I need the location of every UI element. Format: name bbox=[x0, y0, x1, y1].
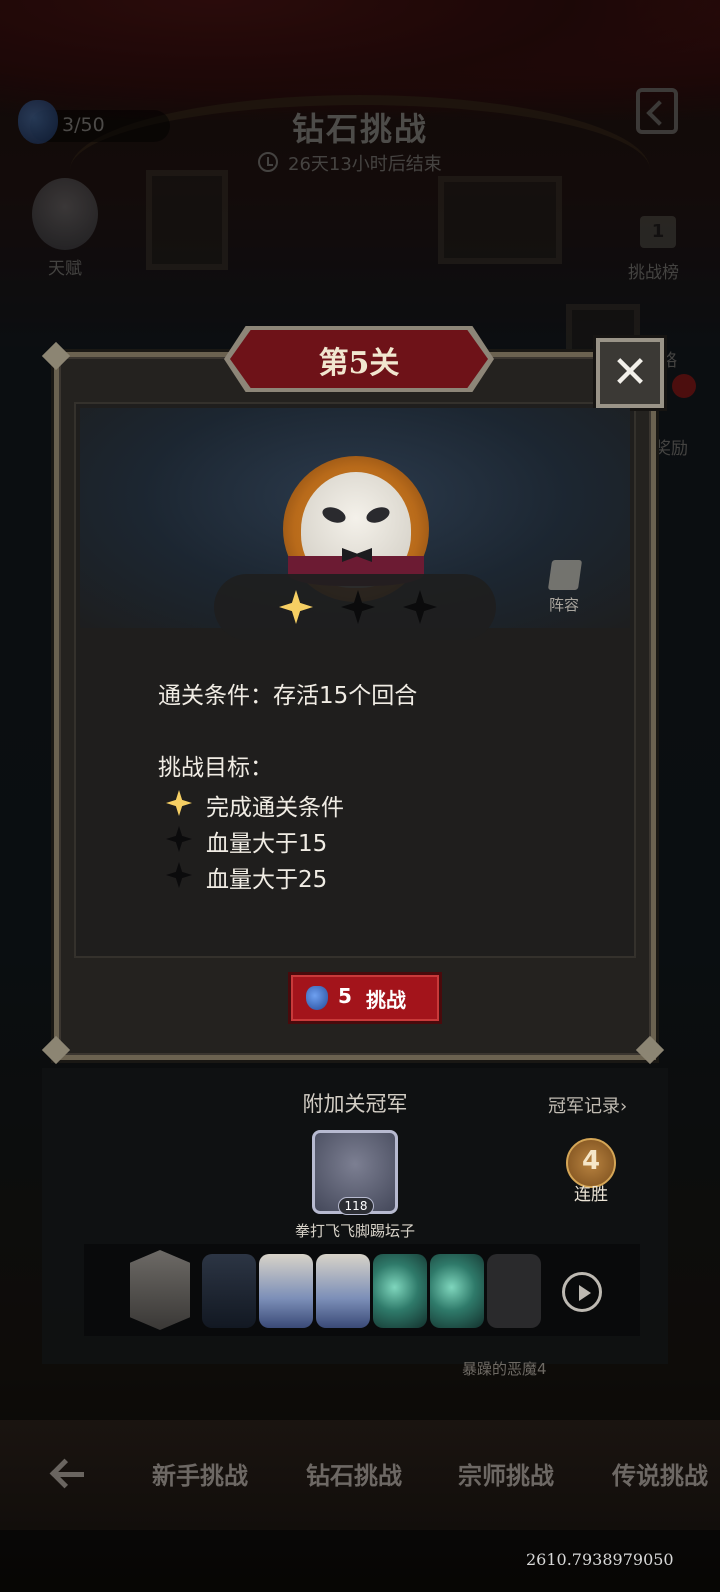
close-icon: ✕ bbox=[611, 347, 649, 398]
enemy-label: 暴躁的恶魔4 bbox=[462, 1360, 547, 1378]
team-slot-empty bbox=[487, 1254, 541, 1328]
goal-text: 完成通关条件 bbox=[206, 795, 344, 821]
tab-legend[interactable]: 传说挑战 bbox=[612, 1456, 720, 1491]
streak-count: 4 bbox=[581, 1146, 601, 1176]
team-member[interactable] bbox=[373, 1254, 427, 1328]
team-member[interactable] bbox=[430, 1254, 484, 1328]
team-member[interactable] bbox=[259, 1254, 313, 1328]
goal-text: 血量大于25 bbox=[206, 867, 328, 893]
tab-master[interactable]: 宗师挑战 bbox=[458, 1456, 554, 1491]
goals-title: 挑战目标： bbox=[158, 755, 273, 781]
close-button[interactable]: ✕ bbox=[596, 338, 664, 408]
tab-novice[interactable]: 新手挑战 bbox=[152, 1456, 248, 1491]
team-member[interactable] bbox=[316, 1254, 370, 1328]
stage-title: 第5关 bbox=[318, 346, 400, 381]
replay-icon[interactable] bbox=[562, 1272, 602, 1312]
tab-diamond[interactable]: 钻石挑战 bbox=[306, 1456, 402, 1491]
challenge-label: 挑战 bbox=[366, 988, 406, 1012]
streak-label: 连胜 bbox=[574, 1185, 608, 1205]
debug-readout: 2610.7938979050 bbox=[526, 1550, 674, 1569]
champion-name: 拳打飞飞脚踢坛子 bbox=[294, 1222, 415, 1240]
team-member[interactable] bbox=[202, 1254, 256, 1328]
challenge-cost: 5 bbox=[338, 984, 352, 1008]
lineup-icon[interactable] bbox=[547, 560, 583, 590]
back-arrow-icon[interactable] bbox=[48, 1456, 88, 1492]
lineup-label[interactable]: 阵容 bbox=[549, 594, 579, 615]
goal-text: 血量大于15 bbox=[206, 831, 328, 857]
champion-level: 118 bbox=[338, 1197, 374, 1215]
clear-condition: 通关条件：存活15个回合 bbox=[158, 683, 418, 709]
potion-icon bbox=[306, 986, 328, 1010]
team-member-leader[interactable] bbox=[130, 1250, 190, 1330]
champion-record-link[interactable]: 冠军记录› bbox=[548, 1092, 627, 1118]
